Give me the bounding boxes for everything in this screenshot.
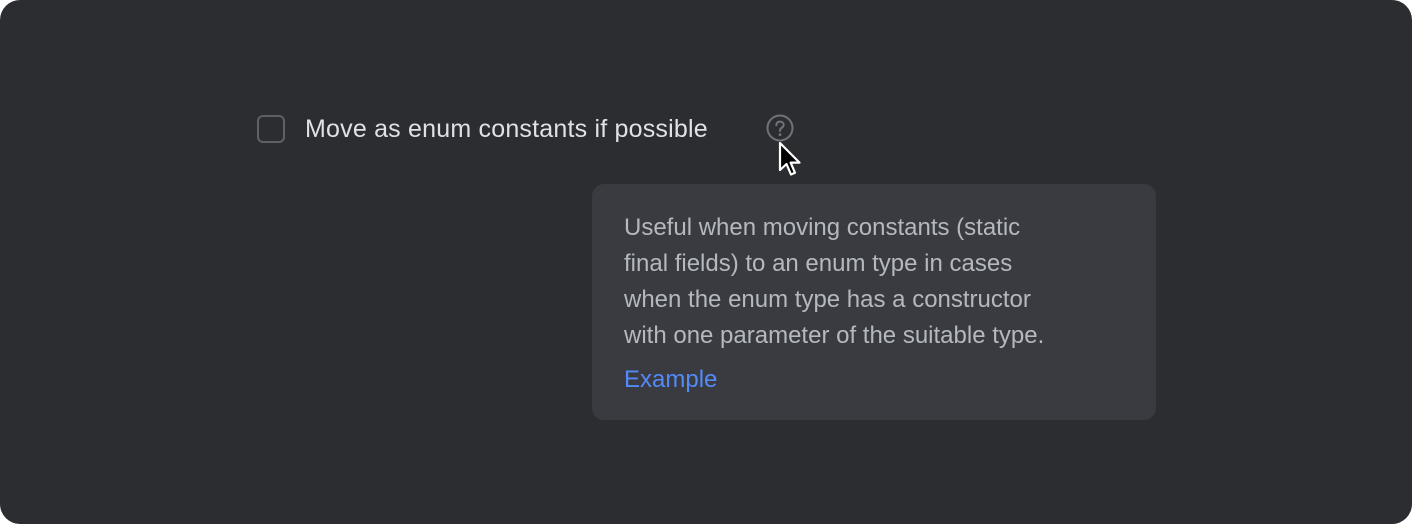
settings-panel: Move as enum constants if possible Usefu… <box>0 0 1412 524</box>
enum-constants-label[interactable]: Move as enum constants if possible <box>305 115 708 144</box>
example-link[interactable]: Example <box>624 364 717 396</box>
tooltip-line: with one parameter of the suitable type. <box>624 322 1045 349</box>
enum-constants-checkbox[interactable] <box>257 115 285 143</box>
enum-constants-option[interactable]: Move as enum constants if possible <box>257 112 708 146</box>
question-circle-icon[interactable] <box>766 114 794 142</box>
arrow-pointer-icon <box>776 140 806 180</box>
help-tooltip: Useful when moving constants (static fin… <box>592 184 1156 420</box>
tooltip-line: when the enum type has a constructor <box>624 286 1031 313</box>
tooltip-description: Useful when moving constants (static fin… <box>624 210 1136 354</box>
tooltip-line: Useful when moving constants (static <box>624 214 1021 241</box>
tooltip-line: final fields) to an enum type in cases <box>624 250 1013 277</box>
